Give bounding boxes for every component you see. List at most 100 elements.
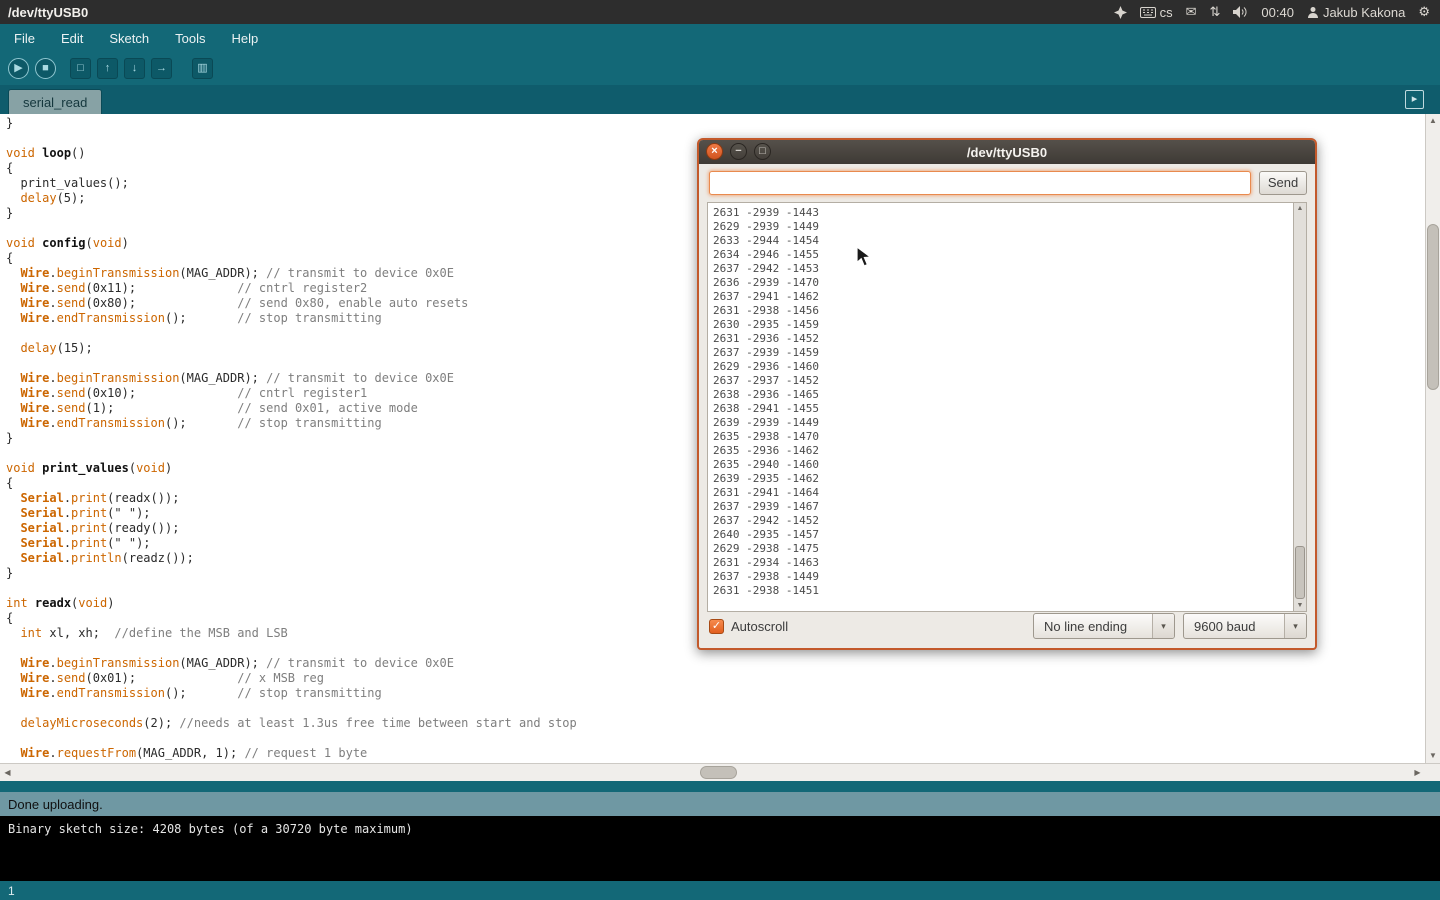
toolbar: ▶ ■ □ ↑ ↓ → ▥ xyxy=(0,52,1440,85)
network-indicator[interactable]: ⇅ xyxy=(1209,4,1220,20)
autoscroll-checkbox[interactable]: ✓ xyxy=(709,619,724,634)
serial-line: 2629 -2936 -1460 xyxy=(713,360,1292,374)
menu-file[interactable]: File xyxy=(10,29,39,48)
stop-button[interactable]: ■ xyxy=(35,58,56,79)
minimize-button[interactable]: − xyxy=(730,143,747,160)
serial-monitor-button[interactable]: ▥ xyxy=(192,58,213,79)
serial-monitor-controls: ✓ Autoscroll No line ending ▾ 9600 baud … xyxy=(709,612,1307,640)
menu-tools[interactable]: Tools xyxy=(171,29,209,48)
line-ending-select[interactable]: No line ending ▾ xyxy=(1033,613,1175,639)
horizontal-scroll-thumb[interactable] xyxy=(700,766,737,779)
chevron-down-icon[interactable]: ▾ xyxy=(1152,614,1174,638)
serial-line: 2637 -2942 -1453 xyxy=(713,262,1292,276)
indicator-icon[interactable] xyxy=(1114,6,1127,19)
scroll-up-icon[interactable]: ▲ xyxy=(1426,114,1440,128)
mail-icon: ✉ xyxy=(1186,4,1197,20)
play-icon: ▶ xyxy=(14,62,22,74)
serial-line: 2637 -2939 -1459 xyxy=(713,346,1292,360)
scroll-right-icon[interactable]: ▶ xyxy=(1410,765,1425,781)
speaker-icon xyxy=(1233,6,1248,18)
code-line xyxy=(6,731,1425,746)
serial-scroll-thumb[interactable] xyxy=(1295,546,1305,599)
tab-menu-button[interactable]: ▸ xyxy=(1405,90,1424,109)
system-tray: cs ✉ ⇅ 00:40 Jakub Kakona ⚙ xyxy=(1114,4,1440,20)
top-panel: /dev/ttyUSB0 cs ✉ ⇅ 00:40 Jakub Kakona ⚙ xyxy=(0,0,1440,24)
stop-icon: ■ xyxy=(42,62,49,74)
serial-line: 2630 -2935 -1459 xyxy=(713,318,1292,332)
serial-line: 2631 -2938 -1456 xyxy=(713,304,1292,318)
clock[interactable]: 00:40 xyxy=(1261,5,1294,20)
baud-rate-value: 9600 baud xyxy=(1184,614,1284,638)
serial-line: 2629 -2938 -1475 xyxy=(713,542,1292,556)
serial-line: 2631 -2941 -1464 xyxy=(713,486,1292,500)
editor-vertical-scrollbar[interactable]: ▲ ▼ xyxy=(1425,114,1440,763)
upload-button[interactable]: → xyxy=(151,58,172,79)
code-line: } xyxy=(6,116,1425,131)
send-button[interactable]: Send xyxy=(1259,171,1307,195)
tab-serial-read[interactable]: serial_read xyxy=(8,89,102,114)
mouse-cursor xyxy=(856,246,873,274)
serial-line: 2637 -2937 -1452 xyxy=(713,374,1292,388)
open-icon: ↑ xyxy=(105,62,111,74)
new-file-icon: □ xyxy=(77,62,84,74)
serial-line: 2636 -2939 -1470 xyxy=(713,276,1292,290)
code-line: Wire.beginTransmission(MAG_ADDR); // tra… xyxy=(6,656,1425,671)
window-controls: × − □ xyxy=(706,143,771,160)
close-button[interactable]: × xyxy=(706,143,723,160)
serial-line: 2637 -2939 -1467 xyxy=(713,500,1292,514)
code-line: Wire.send(0x01); // x MSB reg xyxy=(6,671,1425,686)
user-menu[interactable]: Jakub Kakona xyxy=(1307,5,1405,20)
serial-monitor-titlebar[interactable]: × − □ /dev/ttyUSB0 xyxy=(699,140,1315,164)
volume-indicator[interactable] xyxy=(1233,6,1248,18)
console-output: Binary sketch size: 4208 bytes (of a 307… xyxy=(0,816,1440,881)
serial-line: 2637 -2938 -1449 xyxy=(713,570,1292,584)
line-ending-value: No line ending xyxy=(1034,614,1152,638)
line-number: 1 xyxy=(8,884,15,898)
scroll-down-icon[interactable]: ▼ xyxy=(1426,749,1440,763)
screen: /dev/ttyUSB0 cs ✉ ⇅ 00:40 Jakub Kakona ⚙… xyxy=(0,0,1440,900)
keyboard-layout-indicator[interactable]: cs xyxy=(1140,5,1173,20)
menu-sketch[interactable]: Sketch xyxy=(105,29,153,48)
user-icon xyxy=(1307,6,1319,18)
save-sketch-button[interactable]: ↓ xyxy=(124,58,145,79)
editor-horizontal-scrollbar[interactable]: ◀ ▶ xyxy=(0,763,1440,781)
autoscroll-label[interactable]: Autoscroll xyxy=(731,619,788,634)
serial-line: 2637 -2942 -1452 xyxy=(713,514,1292,528)
serial-line: 2634 -2946 -1455 xyxy=(713,248,1292,262)
new-sketch-button[interactable]: □ xyxy=(70,58,91,79)
serial-line: 2631 -2938 -1451 xyxy=(713,584,1292,598)
serial-line: 2638 -2941 -1455 xyxy=(713,402,1292,416)
separator-strip xyxy=(0,781,1440,792)
scroll-left-icon[interactable]: ◀ xyxy=(0,765,15,781)
serial-monitor-window: × − □ /dev/ttyUSB0 Send 2631 -2939 -1443… xyxy=(697,138,1317,650)
open-sketch-button[interactable]: ↑ xyxy=(97,58,118,79)
menu-edit[interactable]: Edit xyxy=(57,29,87,48)
vertical-scroll-thumb[interactable] xyxy=(1427,224,1439,390)
tab-menu-icon: ▸ xyxy=(1412,93,1418,105)
code-line: Wire.endTransmission(); // stop transmit… xyxy=(6,686,1425,701)
serial-scroll-down-icon[interactable]: ▼ xyxy=(1294,600,1306,611)
keyboard-icon xyxy=(1140,7,1156,18)
close-icon: × xyxy=(711,145,717,157)
messages-indicator[interactable]: ✉ xyxy=(1186,4,1197,20)
check-icon: ✓ xyxy=(712,620,721,632)
menubar: File Edit Sketch Tools Help xyxy=(0,24,1440,52)
menu-help[interactable]: Help xyxy=(227,29,262,48)
upload-icon: → xyxy=(156,62,167,74)
serial-output-scrollbar[interactable]: ▲ ▼ xyxy=(1293,203,1306,611)
serial-line: 2640 -2935 -1457 xyxy=(713,528,1292,542)
serial-line: 2635 -2938 -1470 xyxy=(713,430,1292,444)
baud-rate-select[interactable]: 9600 baud ▾ xyxy=(1183,613,1307,639)
serial-input[interactable] xyxy=(709,171,1251,195)
network-arrows-icon: ⇅ xyxy=(1209,4,1220,20)
serial-scroll-up-icon[interactable]: ▲ xyxy=(1294,203,1306,214)
serial-output-text: 2631 -2939 -14432629 -2939 -14492633 -29… xyxy=(713,206,1292,611)
chevron-down-icon[interactable]: ▾ xyxy=(1284,614,1306,638)
session-menu[interactable]: ⚙ xyxy=(1418,4,1430,20)
serial-line: 2631 -2939 -1443 xyxy=(713,206,1292,220)
minimize-icon: − xyxy=(735,145,741,157)
serial-line: 2631 -2934 -1463 xyxy=(713,556,1292,570)
maximize-button[interactable]: □ xyxy=(754,143,771,160)
star-icon xyxy=(1114,6,1127,19)
verify-button[interactable]: ▶ xyxy=(8,58,29,79)
